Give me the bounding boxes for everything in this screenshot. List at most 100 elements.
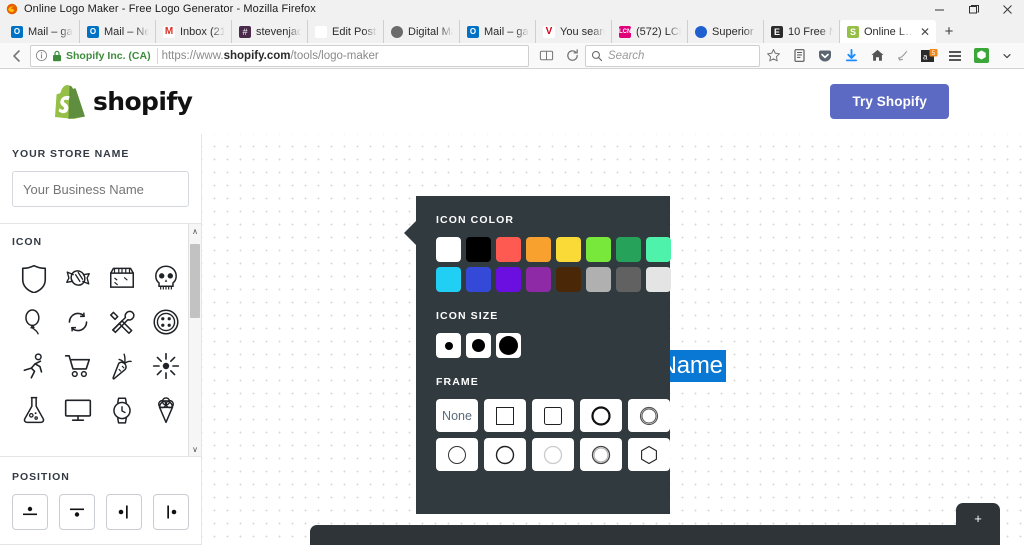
color-swatch[interactable] <box>466 237 491 262</box>
bookmark-star-icon[interactable] <box>760 44 786 68</box>
frame-option-hexagon[interactable] <box>628 438 670 471</box>
balloon-icon[interactable] <box>12 303 56 341</box>
extension-icon[interactable] <box>968 44 994 68</box>
library-icon[interactable] <box>786 44 812 68</box>
browser-tab[interactable]: Superior Aut <box>688 20 764 43</box>
globe-icon <box>391 25 403 38</box>
sewing-button-icon[interactable] <box>144 303 188 341</box>
chevron-down-icon[interactable] <box>994 44 1020 68</box>
icon-size-button[interactable] <box>436 333 461 358</box>
store-name-input[interactable] <box>12 171 189 207</box>
try-shopify-button[interactable]: Try Shopify <box>830 84 949 119</box>
icon-list-scrollbar[interactable]: ∧ ∨ <box>188 224 201 456</box>
color-swatch[interactable] <box>556 267 581 292</box>
minimize-button[interactable] <box>922 0 956 18</box>
storefront-icon[interactable] <box>100 259 144 297</box>
sparkle-burst-icon[interactable] <box>144 347 188 385</box>
frame-option-none[interactable]: None <box>436 399 478 432</box>
home-icon[interactable] <box>864 44 890 68</box>
frame-option-circle-bold[interactable] <box>580 399 622 432</box>
url-bar[interactable]: Shopify Inc. (CA) https://www.shopify.co… <box>30 44 529 67</box>
color-swatch[interactable] <box>496 237 521 262</box>
monitor-icon[interactable] <box>56 391 100 429</box>
pocket-icon[interactable] <box>812 44 838 68</box>
scrollbar-track[interactable] <box>189 238 201 442</box>
running-person-icon[interactable] <box>12 347 56 385</box>
sync-icon[interactable] <box>890 44 916 68</box>
color-swatch[interactable] <box>646 237 671 262</box>
color-swatch[interactable] <box>646 267 671 292</box>
shopify-logo[interactable]: shopify <box>55 84 193 119</box>
browser-tab[interactable]: Digital Markе <box>384 20 460 43</box>
icon-size-button[interactable] <box>466 333 491 358</box>
back-button[interactable] <box>4 44 30 68</box>
browser-tab[interactable]: # stevenjacobs <box>232 20 308 43</box>
browser-tab[interactable]: W Edit Post ‹ agentı <box>308 20 384 43</box>
color-swatch[interactable] <box>466 267 491 292</box>
color-swatch[interactable] <box>586 267 611 292</box>
browser-tab[interactable]: O Mail – gabrie <box>4 20 80 43</box>
browser-tab[interactable]: O Mail – gabrie <box>460 20 536 43</box>
tools-hammer-wrench-icon[interactable] <box>100 303 144 341</box>
tab-label: Online L… <box>864 25 913 38</box>
frame-option-circle-thin[interactable] <box>436 438 478 471</box>
new-tab-button[interactable]: + <box>936 20 962 43</box>
reload-button[interactable] <box>559 44 585 68</box>
position-button-icon-left[interactable] <box>106 494 142 530</box>
ice-cream-cone-icon[interactable] <box>144 391 188 429</box>
icon-size-button[interactable] <box>496 333 521 358</box>
browser-tab[interactable]: M Inbox (212) - <box>156 20 232 43</box>
carrot-icon[interactable] <box>100 347 144 385</box>
frame-option-circle-double[interactable] <box>628 399 670 432</box>
bottom-toolbar[interactable] <box>310 525 1000 545</box>
shopping-cart-icon[interactable] <box>56 347 100 385</box>
wristwatch-icon[interactable] <box>100 391 144 429</box>
position-button-icon-below[interactable] <box>59 494 95 530</box>
color-swatch[interactable] <box>616 237 641 262</box>
site-identity[interactable]: Shopify Inc. (CA) <box>52 47 158 64</box>
page-info-icon[interactable] <box>35 49 48 62</box>
tab-label: Edit Post ‹ agentı <box>332 25 377 38</box>
tab-close-icon[interactable]: ✕ <box>918 25 932 39</box>
browser-tab[interactable]: V You searched <box>536 20 612 43</box>
frame-option-circle-double-thin[interactable] <box>580 438 622 471</box>
scroll-down-arrow[interactable]: ∨ <box>192 442 198 456</box>
frame-option-square-rounded[interactable] <box>532 399 574 432</box>
flask-icon[interactable] <box>12 391 56 429</box>
browser-tab[interactable]: O Mail – News( <box>80 20 156 43</box>
position-button-icon-right[interactable] <box>153 494 189 530</box>
downloads-icon[interactable] <box>838 44 864 68</box>
frame-option-square-thin[interactable] <box>484 399 526 432</box>
browser-tab[interactable]: E 10 Free Mark <box>764 20 840 43</box>
reader-mode-icon[interactable] <box>533 44 559 68</box>
candy-icon[interactable] <box>56 259 100 297</box>
add-element-button[interactable]: + <box>956 503 1000 533</box>
frame-option-circle-medium[interactable] <box>484 438 526 471</box>
color-swatch[interactable] <box>496 267 521 292</box>
icon-grid-scroll-area[interactable] <box>12 259 201 456</box>
search-input[interactable]: Search <box>608 50 644 62</box>
refresh-icon[interactable] <box>56 303 100 341</box>
amazon-assistant-icon[interactable]: a5 <box>916 44 942 68</box>
outlook-icon: O <box>11 25 23 38</box>
search-bar[interactable]: Search <box>585 44 760 67</box>
browser-tab[interactable]: LCN (572) LCN W <box>612 20 688 43</box>
logo-canvas[interactable]: Your Business Name + ICON COLOR ICON SIZ… <box>202 134 1024 545</box>
close-button[interactable] <box>990 0 1024 18</box>
scroll-up-arrow[interactable]: ∧ <box>192 224 198 238</box>
color-swatch[interactable] <box>556 237 581 262</box>
color-swatch[interactable] <box>436 267 461 292</box>
hamburger-menu-icon[interactable] <box>942 44 968 68</box>
position-button-icon-above[interactable] <box>12 494 48 530</box>
color-swatch[interactable] <box>586 237 611 262</box>
shield-icon[interactable] <box>12 259 56 297</box>
color-swatch[interactable] <box>526 267 551 292</box>
scrollbar-thumb[interactable] <box>190 244 200 318</box>
color-swatch[interactable] <box>436 237 461 262</box>
skull-icon[interactable] <box>144 259 188 297</box>
color-swatch[interactable] <box>616 267 641 292</box>
frame-option-circle-light[interactable] <box>532 438 574 471</box>
maximize-button[interactable] <box>956 0 990 18</box>
browser-tab[interactable]: S Online L… ✕ <box>840 20 936 43</box>
color-swatch[interactable] <box>526 237 551 262</box>
